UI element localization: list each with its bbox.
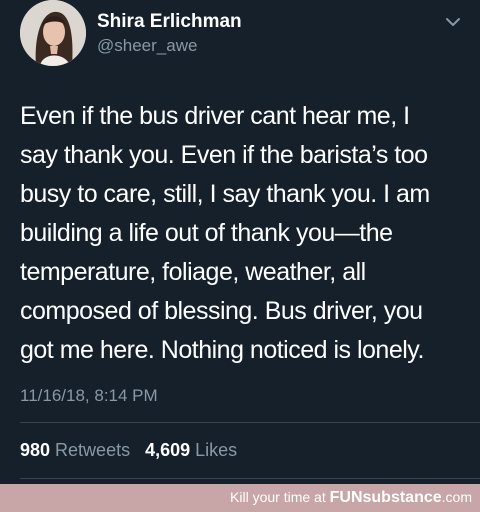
watermark-brand: FUNsubstance (329, 489, 442, 506)
retweets-label: Retweets (55, 440, 131, 460)
avatar-photo (20, 0, 86, 66)
watermark-suffix: .com (441, 489, 472, 505)
tweet-text: Even if the bus driver cant hear me, I s… (20, 102, 430, 364)
avatar[interactable] (20, 0, 86, 66)
watermark-prefix: Kill your time at (230, 489, 326, 505)
likes-stat[interactable]: 4,609 Likes (145, 440, 247, 460)
author-display-name[interactable]: Shira Erlichman (97, 11, 242, 33)
engagement-stats: 980 Retweets 4,609 Likes (20, 440, 247, 461)
tweet-timestamp[interactable]: 11/16/18, 8:14 PM (20, 386, 158, 406)
retweets-stat[interactable]: 980 Retweets (20, 440, 145, 460)
retweets-count: 980 (20, 440, 51, 460)
page: Shira Erlichman @sheer_awe Even if the b… (0, 0, 480, 512)
tweet-card: Shira Erlichman @sheer_awe Even if the b… (0, 0, 480, 484)
chevron-down-icon[interactable] (443, 14, 463, 30)
watermark-text: Kill your time at FUNsubstance.com (230, 489, 472, 507)
divider (20, 478, 480, 479)
likes-label: Likes (195, 440, 238, 460)
likes-count: 4,609 (145, 440, 191, 460)
author-handle[interactable]: @sheer_awe (97, 36, 197, 56)
divider (20, 422, 480, 423)
watermark-bar: Kill your time at FUNsubstance.com (0, 484, 480, 512)
